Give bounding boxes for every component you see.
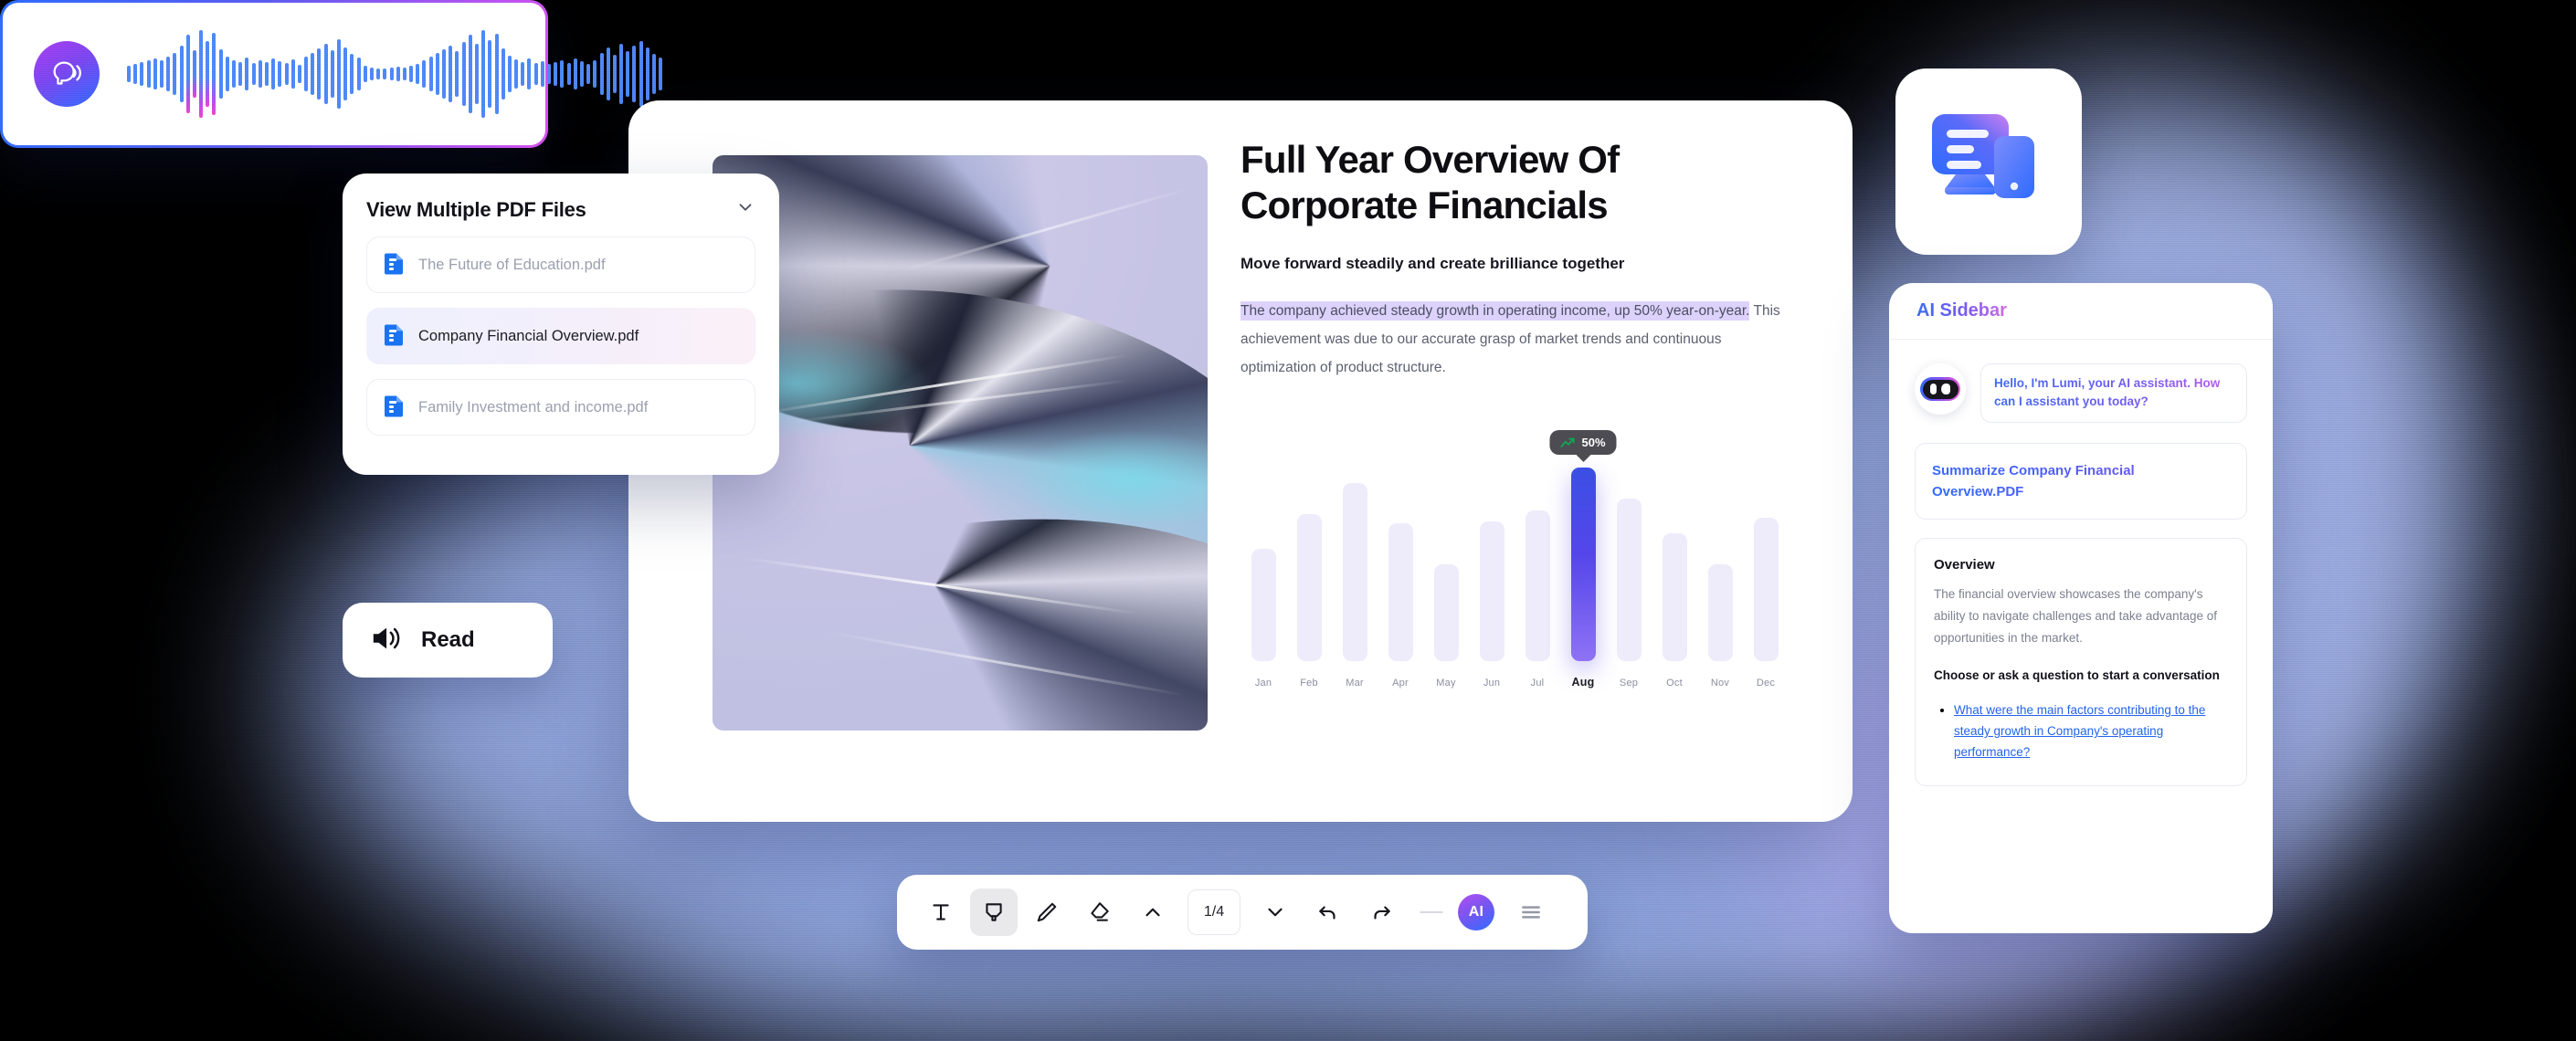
pdf-file-icon [384, 251, 406, 279]
document-subtitle: Move forward steadily and create brillia… [1240, 255, 1625, 273]
chart-x-tick-label: Sep [1619, 678, 1639, 689]
chart-bar-column[interactable]: Mar [1332, 468, 1378, 689]
read-aloud-button[interactable]: Read [343, 603, 553, 678]
chevron-up-icon[interactable] [1129, 889, 1177, 936]
chart-bar [1616, 498, 1642, 661]
pdf-file-icon [385, 395, 403, 416]
pdf-file-row[interactable]: Family Investment and income.pdf [366, 379, 755, 436]
suggested-questions-title: Choose or ask a question to start a conv… [1934, 668, 2220, 683]
page-indicator[interactable]: 1/4 [1188, 889, 1240, 935]
pdf-panel-header: View Multiple PDF Files [366, 197, 755, 222]
trend-up-icon [1560, 437, 1575, 447]
chart-bar-column[interactable]: Sep [1606, 468, 1652, 689]
ai-assistant-button[interactable]: AI [1458, 894, 1494, 931]
undo-icon[interactable] [1304, 889, 1352, 936]
chart-bar-column[interactable]: Jun [1469, 468, 1515, 689]
pdf-file-name: Family Investment and income.pdf [418, 398, 649, 415]
chart-value-tooltip: 50% [1549, 430, 1617, 455]
overview-card: Overview The financial overview showcase… [1915, 538, 2247, 786]
chart-bar [1753, 518, 1779, 661]
pdf-file-icon [384, 322, 406, 351]
chart-bar [1388, 523, 1413, 661]
assistant-greeting-bubble: Hello, I'm Lumi, your AI assistant. How … [1980, 363, 2247, 423]
eraser-icon[interactable] [1076, 889, 1124, 936]
chart-bar [1525, 510, 1550, 661]
suggested-question-link[interactable]: What were the main factors contributing … [1954, 703, 2205, 759]
hamburger-menu-icon[interactable] [1507, 889, 1555, 936]
chart-bar-column[interactable]: Apr [1378, 468, 1423, 689]
chart-bar-column[interactable]: Feb [1286, 468, 1332, 689]
pdf-file-row[interactable]: Company Financial Overview.pdf [366, 308, 755, 364]
assistant-greeting-row: Hello, I'm Lumi, your AI assistant. How … [1915, 363, 2247, 423]
chevron-down-icon[interactable] [1251, 889, 1299, 936]
pdf-panel-title: View Multiple PDF Files [366, 197, 586, 221]
pdf-file-row[interactable]: The Future of Education.pdf [366, 237, 755, 293]
chart-bar-column[interactable]: May [1423, 468, 1469, 689]
chart-bar-column[interactable]: 50% Aug [1549, 430, 1617, 689]
editor-toolbar: 1/4 AI [897, 875, 1588, 950]
chart-x-tick-label: Feb [1300, 678, 1318, 689]
overview-body: The financial overview showcases the com… [1934, 587, 2217, 646]
chart-bar [1662, 533, 1687, 661]
pdf-file-name: The Future of Education.pdf [418, 256, 606, 273]
pdf-file-name: Company Financial Overview.pdf [418, 327, 639, 344]
chart-bar-column[interactable]: Jul [1515, 468, 1560, 689]
chart-bar [1251, 549, 1276, 661]
chart-tooltip-value: 50% [1581, 436, 1606, 449]
pdf-file-icon [385, 253, 403, 274]
suggested-question-item: What were the main factors contributing … [1954, 699, 2228, 763]
chart-bar [1570, 468, 1596, 661]
chart-bar [1707, 564, 1733, 661]
pdf-file-icon [384, 394, 406, 422]
chart-x-tick-label: Jun [1483, 678, 1501, 689]
monitor-phone-icon [1932, 114, 2034, 198]
page-title: Full Year Overview Of Corporate Financia… [1240, 138, 1620, 226]
toolbar-divider [1420, 911, 1443, 913]
document-body: The company achieved steady growth in op… [1240, 297, 1789, 382]
summarize-action-button[interactable]: Summarize Company Financial Overview.PDF [1915, 442, 2247, 520]
speaker-volume-icon [370, 623, 405, 658]
text-icon[interactable] [917, 889, 965, 936]
chart-x-tick-label: Aug [1571, 676, 1595, 689]
chart-x-tick-label: May [1436, 678, 1456, 689]
ai-sidebar-title: AI Sidebar [1916, 300, 2007, 321]
document-text-column: Full Year Overview Of Corporate Financia… [1240, 137, 1789, 382]
chart-bar-column[interactable]: Jan [1240, 468, 1286, 689]
chart-bar [1479, 521, 1504, 661]
chart-bar [1433, 564, 1459, 661]
chart-x-tick-label: Dec [1756, 678, 1776, 689]
document-hero-image [713, 155, 1208, 731]
ai-sidebar-header: AI Sidebar [1889, 283, 2273, 340]
financial-bar-chart: Jan Feb Mar Apr May Jun Jul 50% Aug Sep Oct Nov Dec [1240, 430, 1789, 694]
chart-bar-column[interactable]: Dec [1743, 468, 1789, 689]
chevron-down-icon[interactable] [735, 197, 755, 222]
app-logo-tile [1895, 68, 2082, 255]
pdf-file-list: The Future of Education.pdf Company Fina… [366, 237, 755, 436]
chart-bar [1342, 482, 1367, 661]
chart-x-tick-label: Mar [1346, 678, 1364, 689]
ai-sidebar-panel: AI Sidebar Hello, I'm Lumi, your AI assi… [1889, 283, 2273, 933]
highlighted-sentence: The company achieved steady growth in op… [1240, 301, 1750, 321]
pdf-file-icon [385, 324, 403, 345]
chart-bar-column[interactable]: Oct [1652, 468, 1697, 689]
overview-title: Overview [1934, 557, 1995, 573]
chart-plot-area: Jan Feb Mar Apr May Jun Jul 50% Aug Sep Oct Nov Dec [1240, 430, 1789, 689]
pen-icon[interactable] [1023, 889, 1071, 936]
chart-bar [1296, 513, 1322, 661]
document-window: Full Year Overview Of Corporate Financia… [628, 100, 1853, 822]
pdf-files-panel: View Multiple PDF Files The Future of Ed… [343, 174, 779, 475]
chart-x-tick-label: Jan [1254, 678, 1272, 689]
screenshot-root: Full Year Overview Of Corporate Financia… [0, 0, 2576, 1041]
chart-x-tick-label: Oct [1666, 678, 1683, 689]
chart-x-tick-label: Jul [1530, 678, 1545, 689]
redo-icon[interactable] [1357, 889, 1405, 936]
chart-bar-column[interactable]: Nov [1697, 468, 1743, 689]
suggested-questions-list: What were the main factors contributing … [1934, 699, 2228, 763]
highlighter-icon[interactable] [970, 889, 1018, 936]
read-button-label: Read [421, 627, 475, 652]
chart-x-tick-label: Nov [1710, 678, 1730, 689]
lumi-robot-icon [1915, 363, 1966, 415]
chart-x-tick-label: Apr [1392, 678, 1409, 689]
